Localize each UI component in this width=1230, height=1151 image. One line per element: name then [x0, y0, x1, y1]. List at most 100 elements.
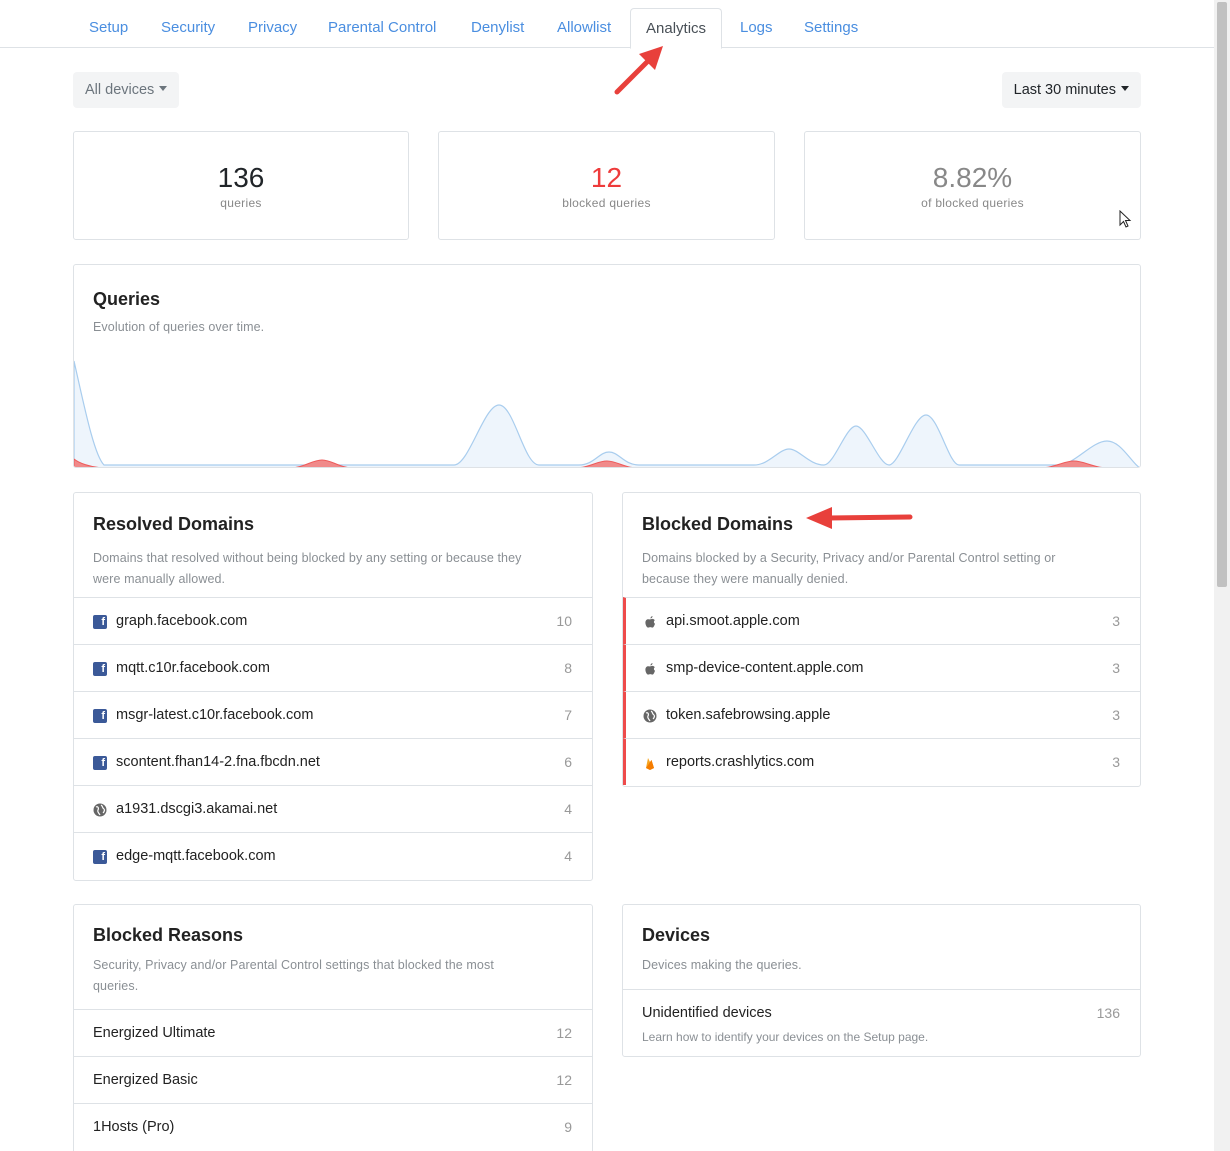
- query-count: 3: [1112, 754, 1120, 770]
- apple-icon: [645, 663, 655, 675]
- queries-area-chart: [74, 360, 1140, 467]
- apple-icon: [645, 616, 655, 628]
- stat-value: 136: [217, 162, 265, 193]
- query-count: 7: [564, 707, 572, 723]
- query-count: 6: [564, 754, 572, 770]
- card-description-line: Security, Privacy and/or Parental Contro…: [93, 958, 494, 972]
- page-scrollbar[interactable]: [1214, 0, 1230, 1151]
- stat-card-blocked: 12 blocked queries: [438, 131, 775, 240]
- tab-parental-control[interactable]: Parental Control: [328, 0, 436, 48]
- tab-allowlist[interactable]: Allowlist: [557, 0, 611, 48]
- list-item[interactable]: f mqtt.c10r.facebook.com 8: [74, 644, 592, 691]
- list-item[interactable]: smp-device-content.apple.com 3: [623, 644, 1140, 691]
- card-description: Domains blocked by a Security, Privacy a…: [642, 548, 1056, 590]
- stat-value: 12: [590, 162, 623, 193]
- card-description-line: queries.: [93, 979, 139, 993]
- stat-card-blocked-percent: 8.82% of blocked queries: [804, 131, 1141, 240]
- blocked-reasons-list: Energized Ultimate 12 Energized Basic 12…: [74, 1009, 592, 1150]
- query-count: 3: [1112, 613, 1120, 629]
- stat-label: of blocked queries: [921, 196, 1024, 210]
- card-description-line: were manually allowed.: [93, 572, 226, 586]
- card-description-line: because they were manually denied.: [642, 572, 849, 586]
- mouse-cursor-icon: [1119, 210, 1132, 228]
- list-item[interactable]: token.safebrowsing.apple 3: [623, 691, 1140, 738]
- card-description-line: Domains that resolved without being bloc…: [93, 551, 522, 565]
- query-count: 10: [556, 613, 572, 629]
- facebook-icon: f: [93, 615, 107, 629]
- list-item[interactable]: a1931.dscgi3.akamai.net 4: [74, 785, 592, 832]
- facebook-icon: f: [93, 850, 107, 864]
- facebook-icon: f: [93, 662, 107, 676]
- query-count: 4: [564, 848, 572, 864]
- annotation-arrow-blocked-domains: [806, 507, 913, 529]
- stat-card-queries: 136 queries: [73, 131, 409, 240]
- query-count: 3: [1112, 707, 1120, 723]
- card-description: Security, Privacy and/or Parental Contro…: [93, 955, 494, 997]
- queries-total-area: [74, 360, 1140, 467]
- domain-name: a1931.dscgi3.akamai.net: [116, 801, 278, 817]
- chevron-down-icon: [159, 86, 168, 92]
- reason-name: 1Hosts (Pro): [93, 1119, 175, 1135]
- blocked-domains-list: api.smoot.apple.com 3 smp-device-content…: [623, 597, 1140, 785]
- list-item[interactable]: f msgr-latest.c10r.facebook.com 7: [74, 691, 592, 738]
- stat-label: queries: [220, 196, 262, 210]
- devices-dropdown[interactable]: All devices: [73, 72, 180, 108]
- time-range-label: Last 30 minutes: [1013, 82, 1116, 98]
- domain-name: reports.crashlytics.com: [666, 754, 815, 770]
- firebase-icon: [646, 758, 654, 770]
- card-title: Blocked Reasons: [93, 925, 244, 945]
- card-description: Devices making the queries.: [642, 958, 802, 972]
- query-count: 136: [1096, 1005, 1120, 1021]
- stat-value: 8.82%: [932, 162, 1013, 193]
- list-item[interactable]: f scontent.fhan14-2.fna.fbcdn.net 6: [74, 738, 592, 785]
- facebook-icon: f: [93, 756, 107, 770]
- list-item[interactable]: Energized Basic 12: [74, 1056, 592, 1103]
- list-item[interactable]: Unidentified devices Learn how to identi…: [623, 989, 1140, 1056]
- tab-setup[interactable]: Setup: [89, 0, 128, 48]
- annotation-arrow-analytics: [614, 46, 663, 95]
- card-title: Devices: [642, 925, 711, 945]
- resolved-domains-list: f graph.facebook.com 10 f mqtt.c10r.face…: [74, 597, 592, 879]
- list-item[interactable]: f edge-mqtt.facebook.com 4: [74, 832, 592, 879]
- globe-icon: [93, 803, 107, 817]
- globe-icon: [643, 709, 657, 723]
- domain-name: smp-device-content.apple.com: [666, 660, 864, 676]
- tab-settings[interactable]: Settings: [804, 0, 858, 48]
- time-range-dropdown[interactable]: Last 30 minutes: [1001, 72, 1141, 108]
- card-title: Resolved Domains: [93, 514, 255, 534]
- query-count: 4: [564, 801, 572, 817]
- query-count: 3: [1112, 660, 1120, 676]
- queries-chart-card: Queries Evolution of queries over time.: [73, 264, 1141, 468]
- tab-privacy[interactable]: Privacy: [248, 0, 297, 48]
- reason-name: Energized Ultimate: [93, 1025, 216, 1041]
- blocked-domains-card: Blocked Domains Domains blocked by a Sec…: [622, 492, 1141, 787]
- reason-name: Energized Basic: [93, 1072, 198, 1088]
- card-description: Domains that resolved without being bloc…: [93, 548, 521, 590]
- query-count: 9: [564, 1119, 572, 1135]
- list-item[interactable]: Energized Ultimate 12: [74, 1009, 592, 1056]
- list-item[interactable]: api.smoot.apple.com 3: [623, 597, 1140, 644]
- tab-security[interactable]: Security: [161, 0, 215, 48]
- tab-logs[interactable]: Logs: [740, 0, 773, 48]
- domain-name: graph.facebook.com: [116, 613, 248, 629]
- domain-name: msgr-latest.c10r.facebook.com: [116, 707, 314, 723]
- list-item[interactable]: 1Hosts (Pro) 9: [74, 1103, 592, 1150]
- domain-name: token.safebrowsing.apple: [666, 707, 831, 723]
- tab-denylist[interactable]: Denylist: [471, 0, 524, 48]
- devices-dropdown-label: All devices: [85, 82, 155, 98]
- device-hint: Learn how to identify your devices on th…: [642, 1030, 929, 1044]
- domain-name: scontent.fhan14-2.fna.fbcdn.net: [116, 754, 320, 770]
- devices-list: Unidentified devices Learn how to identi…: [623, 989, 1140, 1056]
- query-count: 12: [556, 1025, 572, 1041]
- card-description-line: Domains blocked by a Security, Privacy a…: [642, 551, 1056, 565]
- device-name: Unidentified devices: [642, 1005, 772, 1021]
- blocked-reasons-card: Blocked Reasons Security, Privacy and/or…: [73, 904, 593, 1151]
- scrollbar-thumb[interactable]: [1217, 2, 1227, 587]
- domain-name: api.smoot.apple.com: [666, 613, 800, 629]
- card-title: Blocked Domains: [642, 514, 794, 534]
- list-item[interactable]: reports.crashlytics.com 3: [623, 738, 1140, 785]
- domain-name: mqtt.c10r.facebook.com: [116, 660, 270, 676]
- list-item[interactable]: f graph.facebook.com 10: [74, 597, 592, 644]
- stat-label: blocked queries: [562, 196, 651, 210]
- facebook-icon: f: [93, 709, 107, 723]
